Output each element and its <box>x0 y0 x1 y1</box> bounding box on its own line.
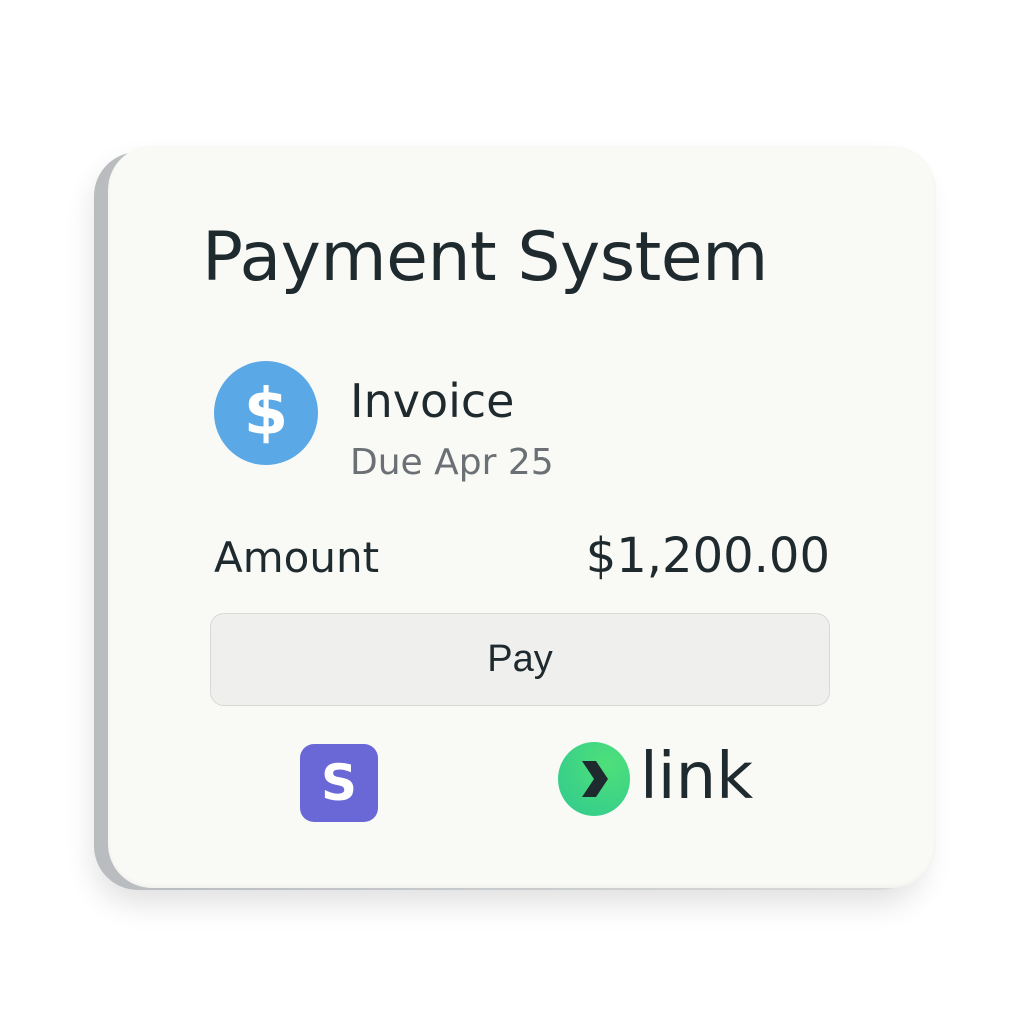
amount-label: Amount <box>214 533 380 582</box>
link-chevron-icon[interactable] <box>558 742 630 816</box>
amount-value: $1,200.00 <box>585 528 830 584</box>
chevron-right-icon <box>582 761 608 797</box>
due-date: Due Apr 25 <box>350 442 554 483</box>
stripe-s-glyph: S <box>320 754 357 812</box>
dollar-coin-icon: $ <box>214 361 318 465</box>
page-title: Payment System <box>202 218 768 297</box>
link-label[interactable]: link <box>640 740 753 814</box>
invoice-label: Invoice <box>350 374 515 428</box>
stripe-s-icon[interactable]: S <box>300 744 378 822</box>
dollar-glyph: $ <box>243 376 289 450</box>
pay-button[interactable]: Pay <box>210 613 830 706</box>
